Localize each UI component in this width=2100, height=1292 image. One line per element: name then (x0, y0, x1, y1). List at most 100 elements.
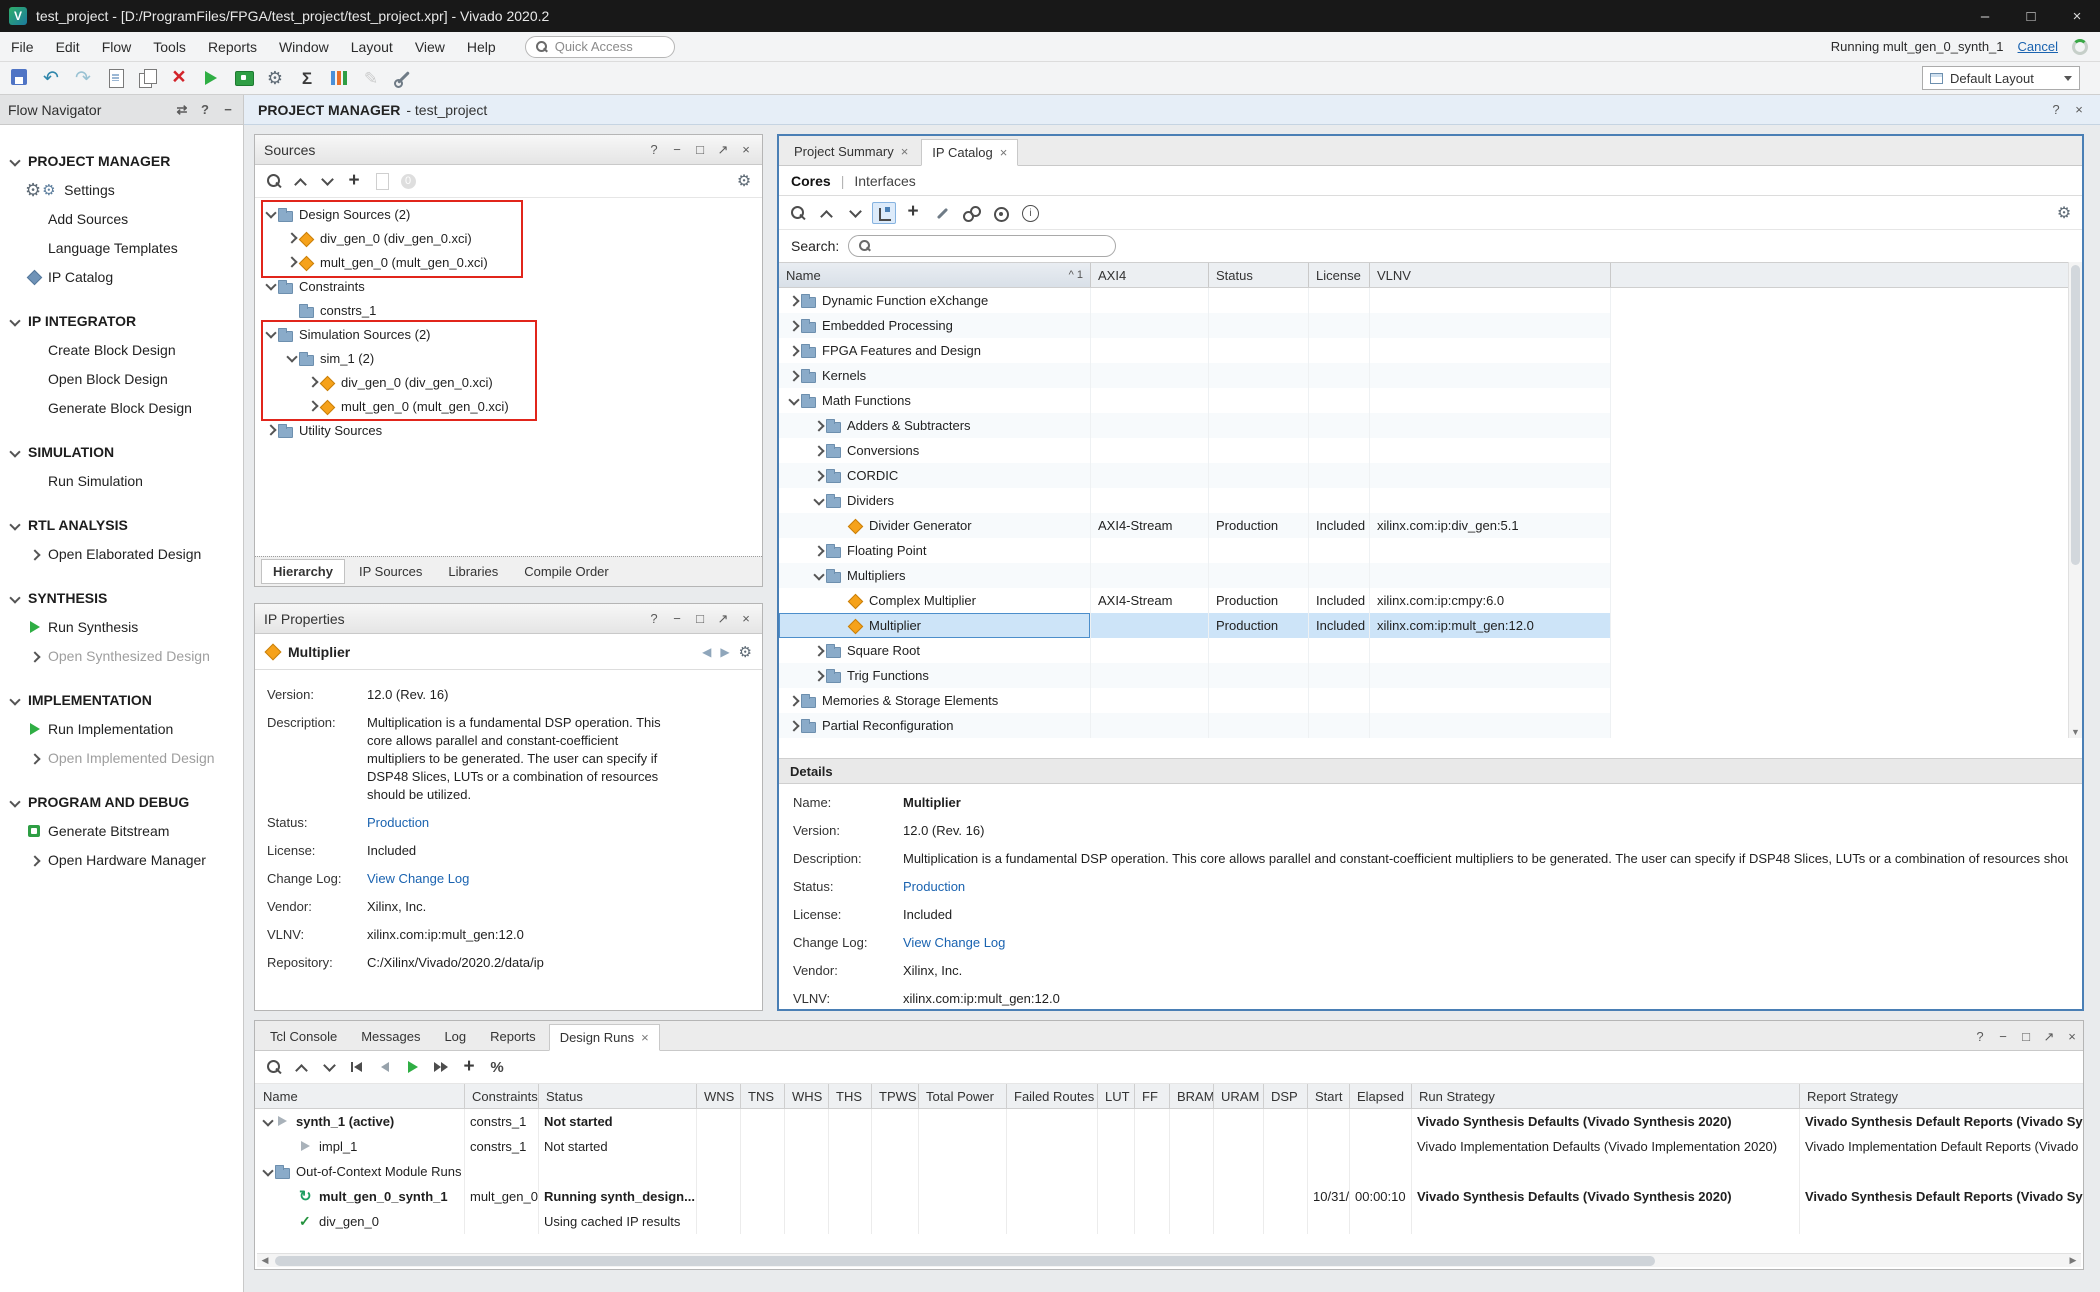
ip-catalog-row[interactable]: Floating Point (779, 538, 1611, 563)
tree-twisty-icon[interactable] (811, 419, 825, 433)
close-icon[interactable]: × (739, 143, 753, 156)
back-icon[interactable] (373, 1056, 397, 1078)
ip-catalog-row[interactable]: Divider Generator AXI4-Stream Production… (779, 513, 1611, 538)
close-tab-icon[interactable] (641, 1031, 649, 1044)
menu-item[interactable]: Help (456, 32, 507, 61)
design-run-row[interactable]: Out-of-Context Module Runs (255, 1159, 2083, 1184)
minimize-icon[interactable]: – (1962, 0, 2008, 32)
tree-twisty-icon[interactable] (811, 444, 825, 458)
ip-catalog-row[interactable]: Adders & Subtracters (779, 413, 1611, 438)
hierarchy-icon[interactable] (872, 202, 896, 224)
close-tab-icon[interactable] (1000, 146, 1008, 159)
ip-catalog-row[interactable]: Kernels (779, 363, 1611, 388)
ip-catalog-row[interactable]: Trig Functions (779, 663, 1611, 688)
badge-zero-icon[interactable]: 0 (396, 170, 420, 192)
flow-navigator-entry[interactable]: Open Hardware Manager (0, 845, 243, 874)
tree-twisty-icon[interactable] (305, 375, 319, 389)
help-icon[interactable]: ? (2049, 103, 2063, 116)
flow-navigator-entry[interactable]: Open Synthesized Design (0, 641, 243, 670)
minimize-icon[interactable]: − (670, 612, 684, 625)
tree-row[interactable]: Utility Sources (255, 418, 762, 442)
info-icon[interactable] (1017, 202, 1041, 224)
flow-navigator-entry[interactable]: Open Block Design (0, 364, 243, 393)
tree-row[interactable]: Simulation Sources (2) (255, 322, 762, 346)
maximize-icon[interactable]: ↗ (716, 612, 730, 625)
bottom-tab[interactable]: Tcl Console (259, 1023, 348, 1050)
column-header[interactable]: BRAM (1170, 1084, 1214, 1108)
column-header-name[interactable]: Name ^ 1 (779, 263, 1091, 287)
chevron-icon[interactable] (27, 752, 41, 766)
column-header-vlnv[interactable]: VLNV (1370, 263, 1611, 287)
chevron-icon[interactable] (7, 592, 21, 606)
design-run-row[interactable]: div_gen_0 Using cached IP results (255, 1209, 2083, 1234)
close-icon[interactable]: × (739, 612, 753, 625)
ip-catalog-row[interactable]: Embedded Processing (779, 313, 1611, 338)
sum-icon[interactable] (294, 65, 320, 91)
flow-navigator-entry[interactable]: Run Implementation (0, 714, 243, 743)
pencil-icon[interactable] (358, 65, 384, 91)
redo-icon[interactable] (70, 65, 96, 91)
menu-item[interactable]: Window (268, 32, 340, 61)
column-header[interactable]: TPWS (872, 1084, 919, 1108)
bottom-tab[interactable]: Log (433, 1023, 477, 1050)
probe-icon[interactable] (390, 65, 416, 91)
column-header[interactable]: WHS (785, 1084, 829, 1108)
tree-row[interactable]: div_gen_0 (div_gen_0.xci) (255, 370, 762, 394)
tree-twisty-icon[interactable] (786, 344, 800, 358)
ip-catalog-row[interactable]: Multiplier Production Included xilinx.co… (779, 613, 1611, 638)
tree-twisty-icon[interactable] (811, 494, 825, 508)
chevron-icon[interactable] (27, 854, 41, 868)
column-header[interactable]: Failed Routes (1007, 1084, 1098, 1108)
tree-twisty-icon[interactable] (786, 394, 800, 408)
board-icon[interactable] (230, 65, 256, 91)
menu-item[interactable]: View (404, 32, 456, 61)
scroll-left-icon[interactable]: ◀ (257, 1255, 273, 1266)
float-icon[interactable]: □ (2019, 1030, 2033, 1043)
flow-navigator-entry[interactable]: PROGRAM AND DEBUG (0, 787, 243, 816)
chevron-icon[interactable] (7, 796, 21, 810)
save-icon[interactable] (6, 65, 32, 91)
minimize-icon[interactable]: − (1996, 1030, 2010, 1043)
chevron-icon[interactable] (27, 548, 41, 562)
flow-navigator-entry[interactable]: PROJECT MANAGER (0, 146, 243, 175)
flow-navigator-entry[interactable]: IP INTEGRATOR (0, 306, 243, 335)
tree-twisty-icon[interactable] (305, 399, 319, 413)
column-header[interactable]: Status (539, 1084, 697, 1108)
flow-navigator-entry[interactable]: Generate Bitstream (0, 816, 243, 845)
ip-catalog-row[interactable]: Complex Multiplier AXI4-Stream Productio… (779, 588, 1611, 613)
tree-twisty-icon[interactable] (786, 319, 800, 333)
menu-item[interactable]: File (0, 32, 45, 61)
tree-twisty-icon[interactable] (786, 719, 800, 733)
sources-tab[interactable]: Compile Order (512, 559, 621, 584)
search-input[interactable] (848, 235, 1116, 257)
sources-tab[interactable]: IP Sources (347, 559, 434, 584)
tree-twisty-icon[interactable] (263, 207, 277, 221)
close-icon[interactable]: × (2072, 103, 2086, 116)
tree-twisty-icon[interactable] (811, 469, 825, 483)
design-run-row[interactable]: mult_gen_0_synth_1 mult_gen_0 Running sy… (255, 1184, 2083, 1209)
tree-twisty-icon[interactable] (811, 669, 825, 683)
link-icon[interactable] (959, 202, 983, 224)
tree-row[interactable]: constrs_1 (255, 298, 762, 322)
flow-navigator-entry[interactable]: Create Block Design (0, 335, 243, 364)
ip-catalog-row[interactable]: Partial Reconfiguration (779, 713, 1611, 738)
flow-navigator-entry[interactable]: Generate Block Design (0, 393, 243, 422)
tree-twisty-icon[interactable] (263, 327, 277, 341)
flow-navigator-entry[interactable]: Open Elaborated Design (0, 539, 243, 568)
flow-navigator-entry[interactable]: SYNTHESIS (0, 583, 243, 612)
column-header[interactable]: DSP (1264, 1084, 1308, 1108)
chevron-icon[interactable] (7, 155, 21, 169)
collapse-all-icon[interactable] (289, 1056, 313, 1078)
column-header[interactable]: TNS (741, 1084, 785, 1108)
quick-access-input[interactable]: Quick Access (525, 36, 675, 58)
doc-icon[interactable] (369, 170, 393, 192)
ip-catalog-row[interactable]: Math Functions (779, 388, 1611, 413)
subtab-interfaces[interactable]: Interfaces (854, 173, 915, 189)
help-icon[interactable]: ? (647, 612, 661, 625)
close-tab-icon[interactable] (901, 145, 909, 158)
target-icon[interactable] (988, 202, 1012, 224)
maximize-icon[interactable]: ↗ (716, 143, 730, 156)
tree-row[interactable]: mult_gen_0 (mult_gen_0.xci) (255, 250, 762, 274)
tree-twisty-icon[interactable] (811, 644, 825, 658)
close-icon[interactable]: × (2054, 0, 2100, 32)
